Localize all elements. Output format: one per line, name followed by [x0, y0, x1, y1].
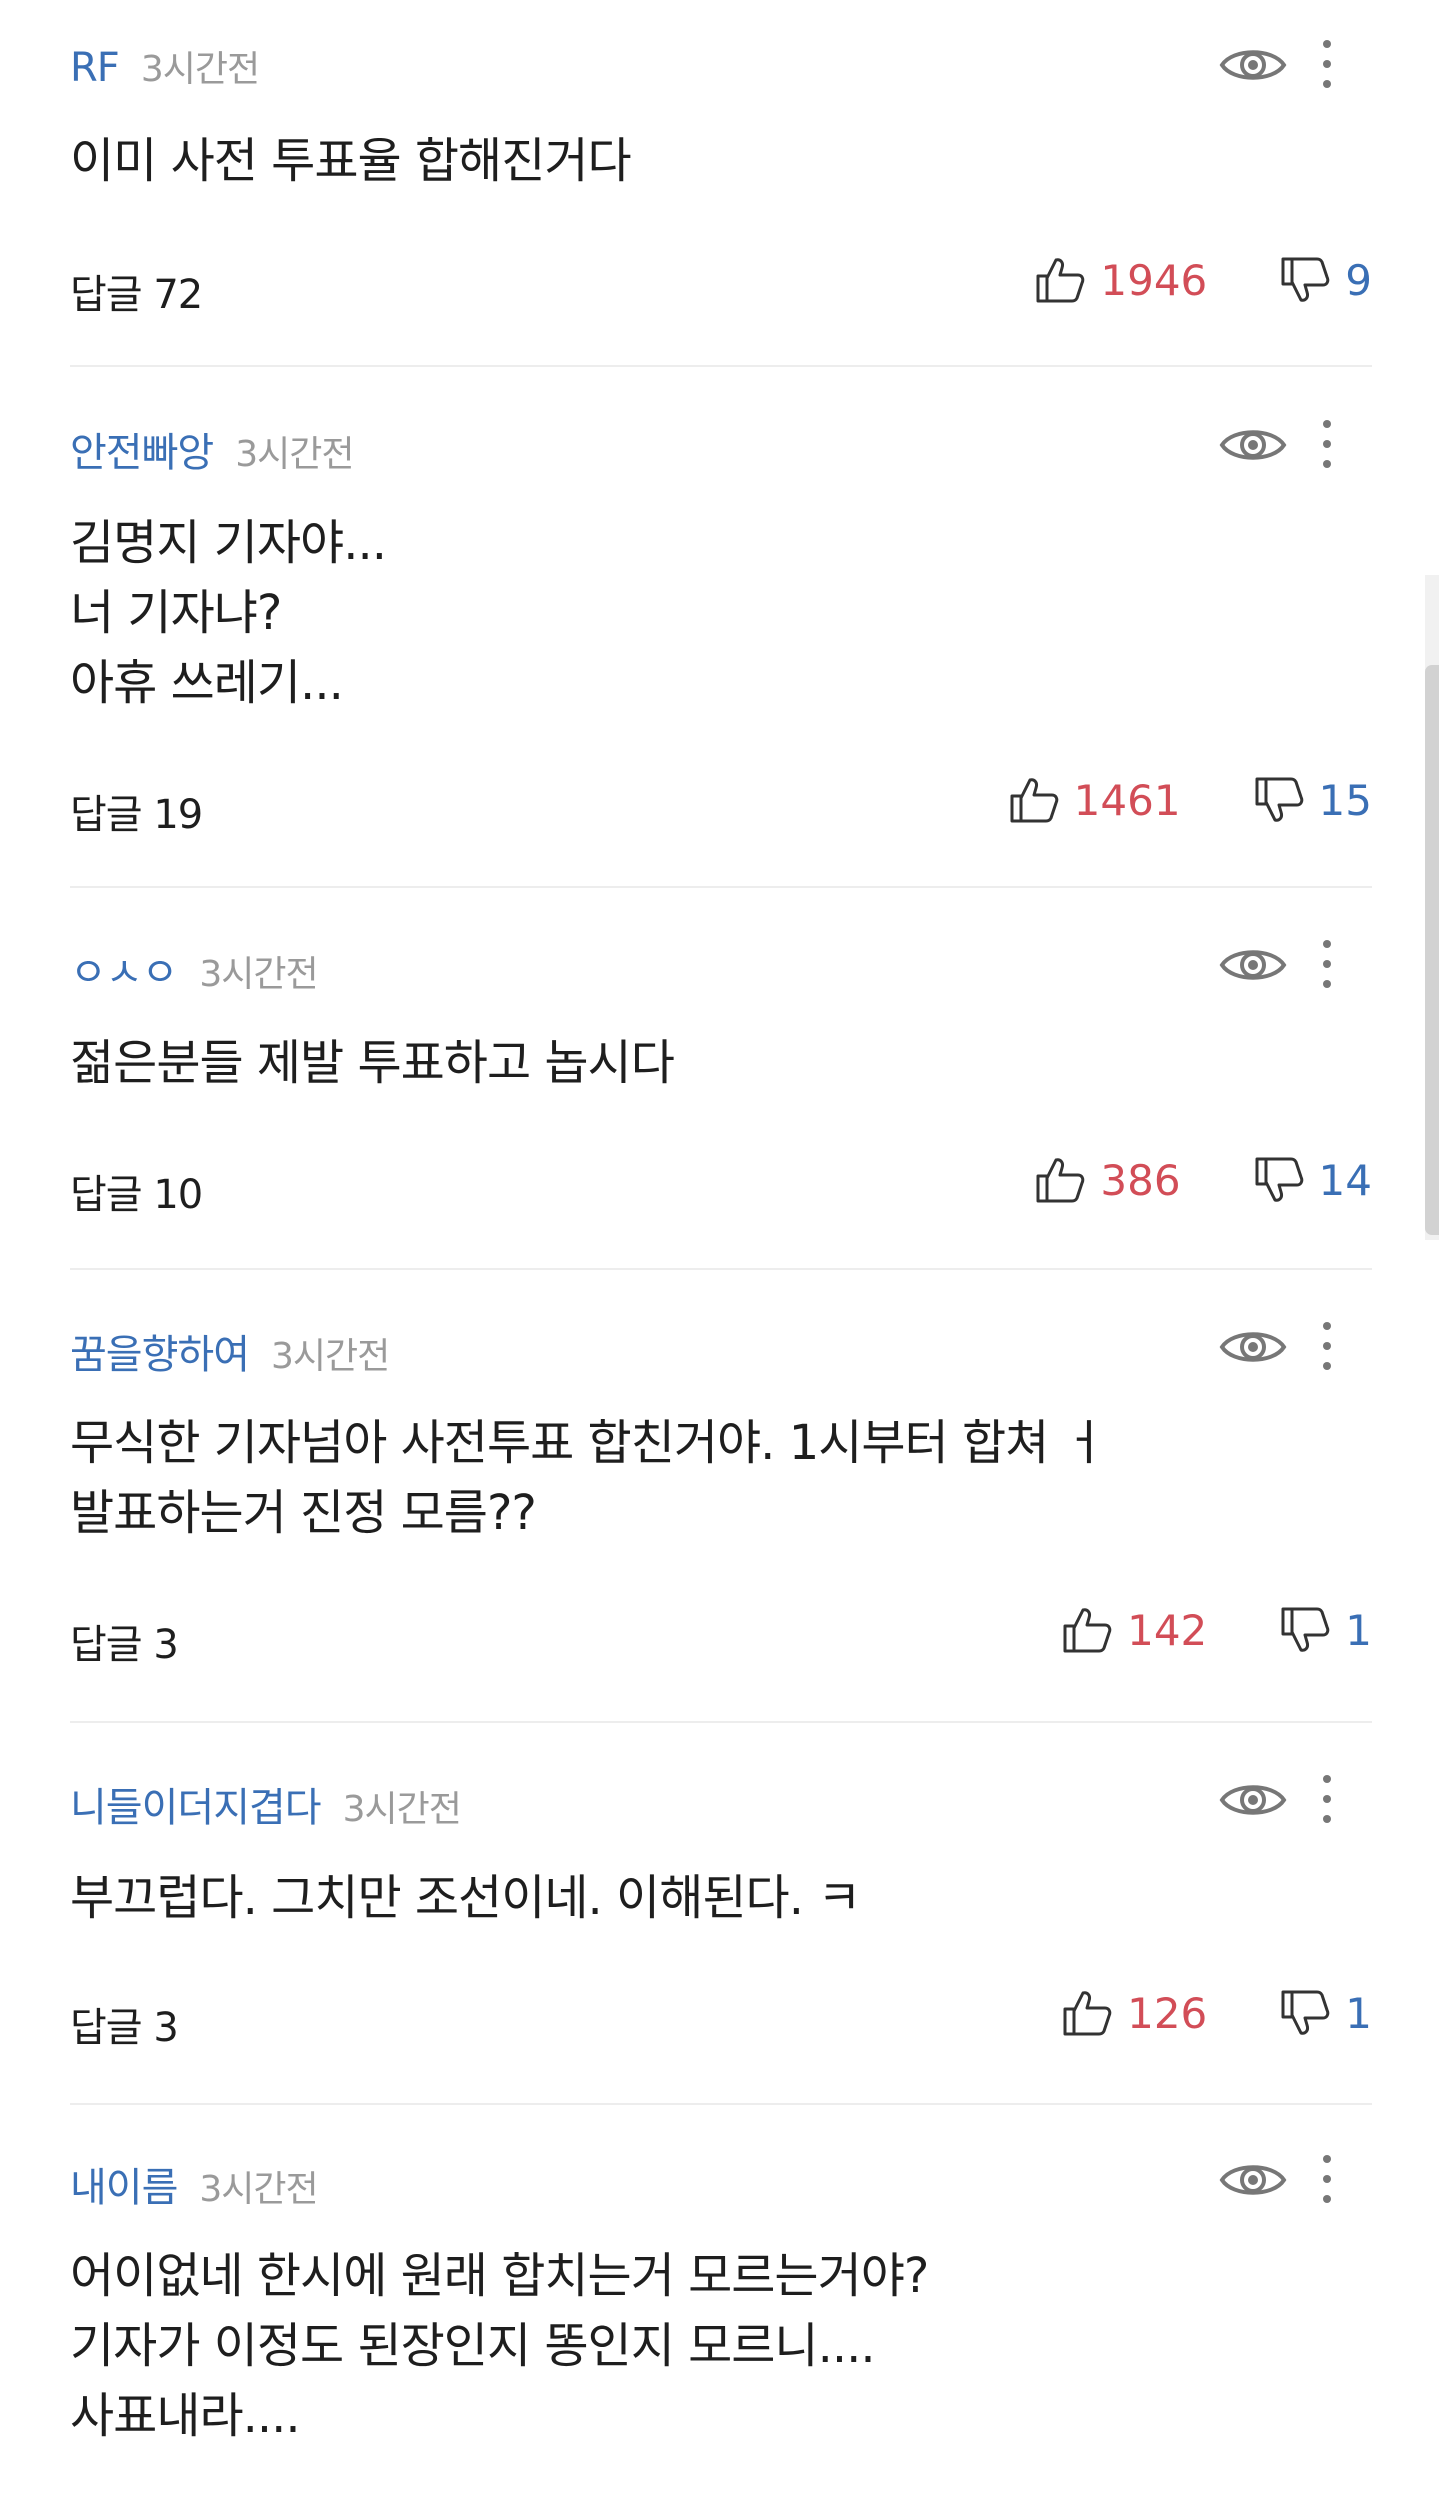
like-count: 1461 — [1073, 775, 1181, 825]
more-vertical-icon[interactable] — [1312, 1771, 1342, 1827]
reply-button[interactable]: 답글 72 — [70, 262, 203, 320]
thumbs-up-icon — [1036, 1158, 1085, 1203]
comment-author[interactable]: RF — [70, 45, 120, 91]
comment-body: 이미 사전 투표율 합해진거다 — [70, 126, 1240, 196]
dislike-button[interactable]: 1 — [1279, 1604, 1372, 1656]
comment-body: 젊은분들 제발 투표하고 놉시다 — [70, 1028, 1240, 1098]
dislike-button[interactable]: 15 — [1253, 774, 1372, 826]
comment-line: 젊은분들 제발 투표하고 놉시다 — [70, 1035, 675, 1091]
thumbs-up-icon — [1063, 1608, 1112, 1653]
comment-time: 3시간전 — [140, 49, 260, 90]
like-count: 386 — [1100, 1155, 1181, 1205]
more-vertical-icon[interactable] — [1312, 1318, 1342, 1374]
comment-author[interactable]: 니들이더지겹다 — [70, 1775, 322, 1833]
reply-button[interactable]: 답글 19 — [70, 782, 203, 840]
comment-time: 3시간전 — [342, 1789, 462, 1830]
comment-line: 발표하는거 진정 모름?? — [70, 1485, 537, 1541]
dislike-button[interactable]: 9 — [1279, 254, 1372, 306]
vote-group: 142 1 — [1061, 1604, 1372, 1656]
comment-author[interactable]: 내이름 — [70, 2155, 178, 2213]
dislike-count: 9 — [1345, 255, 1372, 305]
thumbs-down-icon — [1281, 1990, 1330, 2035]
comment-header: 꿈을향하여 3시간전 — [70, 1322, 390, 1382]
more-vertical-icon[interactable] — [1312, 2151, 1342, 2207]
comment-time: 3시간전 — [199, 2169, 318, 2210]
comment-line: 아휴 쓰레기... — [70, 655, 344, 711]
more-vertical-icon[interactable] — [1312, 416, 1342, 472]
comment-author[interactable]: 안전빠앙 — [70, 420, 214, 478]
comment-line: 기자가 이정도 된장인지 똥인지 모르니.... — [70, 2318, 876, 2374]
vote-group: 386 14 — [1034, 1154, 1372, 1206]
comment-line: 무식한 기자넘아 사전투표 합친거야. 1시부터 합쳐 ㅓ — [70, 1415, 1107, 1471]
like-button[interactable]: 142 — [1061, 1604, 1207, 1656]
like-button[interactable]: 1461 — [1008, 774, 1181, 826]
thumbs-up-icon — [1036, 258, 1085, 303]
comment-line: 어이없네 한시에 원래 합치는거 모르는거야? — [70, 2248, 929, 2304]
comment-header: 니들이더지겹다 3시간전 — [70, 1775, 462, 1835]
eye-icon[interactable] — [1219, 2157, 1287, 2203]
like-count: 126 — [1127, 1988, 1208, 2038]
like-button[interactable]: 386 — [1034, 1154, 1181, 1206]
dislike-count: 15 — [1318, 775, 1372, 825]
dislike-count: 1 — [1345, 1605, 1372, 1655]
like-button[interactable]: 1946 — [1034, 254, 1207, 306]
eye-icon[interactable] — [1219, 1324, 1287, 1370]
reply-button[interactable]: 답글 3 — [70, 1612, 179, 1670]
comment-author[interactable]: ㅇㅅㅇ — [70, 940, 178, 998]
eye-icon[interactable] — [1219, 422, 1287, 468]
comment-line: 부끄럽다. 그치만 조선이네. 이해된다. ㅋ — [70, 1870, 861, 1926]
comment-body: 무식한 기자넘아 사전투표 합친거야. 1시부터 합쳐 ㅓ 발표하는거 진정 모… — [70, 1408, 1240, 1548]
divider — [70, 1721, 1372, 1723]
comment-time: 3시간전 — [235, 434, 354, 475]
comment-line: 이미 사전 투표율 합해진거다 — [70, 133, 632, 189]
comment-author[interactable]: 꿈을향하여 — [70, 1322, 250, 1380]
comment-header: RF 3시간전 — [70, 40, 260, 100]
comment-header: ㅇㅅㅇ 3시간전 — [70, 940, 319, 1000]
divider — [70, 365, 1372, 367]
comment-line: 사표내라.... — [70, 2388, 301, 2444]
thumbs-down-icon — [1255, 1157, 1303, 1202]
reply-button[interactable]: 답글 3 — [70, 1995, 179, 2053]
more-vertical-icon[interactable] — [1312, 936, 1342, 992]
comment-line: 김명지 기자야... — [70, 515, 387, 571]
comment-header: 내이름 3시간전 — [70, 2155, 319, 2215]
like-button[interactable]: 126 — [1061, 1987, 1207, 2039]
comment-header: 안전빠앙 3시간전 — [70, 420, 354, 480]
eye-icon[interactable] — [1219, 1777, 1287, 1823]
dislike-button[interactable]: 14 — [1253, 1154, 1372, 1206]
scrollbar-thumb[interactable] — [1425, 665, 1439, 1235]
like-count: 1946 — [1100, 255, 1208, 305]
eye-icon[interactable] — [1219, 42, 1287, 88]
thumbs-down-icon — [1281, 257, 1330, 302]
comment-time: 3시간전 — [199, 954, 318, 995]
vote-group: 1946 9 — [1034, 254, 1372, 306]
thumbs-down-icon — [1255, 777, 1303, 822]
divider — [70, 1268, 1372, 1270]
dislike-button[interactable]: 1 — [1279, 1987, 1372, 2039]
comment-body: 김명지 기자야... 너 기자냐? 아휴 쓰레기... — [70, 508, 1240, 718]
comment-time: 3시간전 — [271, 1336, 390, 1377]
like-count: 142 — [1127, 1605, 1208, 1655]
more-vertical-icon[interactable] — [1312, 36, 1342, 92]
thumbs-up-icon — [1063, 1991, 1112, 2036]
comment-line: 너 기자냐? — [70, 585, 282, 641]
comment-body: 부끄럽다. 그치만 조선이네. 이해된다. ㅋ — [70, 1863, 1240, 1933]
thumbs-up-icon — [1010, 778, 1058, 823]
eye-icon[interactable] — [1219, 942, 1287, 988]
dislike-count: 14 — [1318, 1155, 1372, 1205]
vote-group: 1461 15 — [1008, 774, 1372, 826]
divider — [70, 2103, 1372, 2105]
divider — [70, 886, 1372, 888]
comment-body: 어이없네 한시에 원래 합치는거 모르는거야? 기자가 이정도 된장인지 똥인지… — [70, 2241, 1240, 2451]
dislike-count: 1 — [1345, 1988, 1372, 2038]
thumbs-down-icon — [1281, 1607, 1330, 1652]
reply-button[interactable]: 답글 10 — [70, 1162, 203, 1220]
vote-group: 126 1 — [1061, 1987, 1372, 2039]
